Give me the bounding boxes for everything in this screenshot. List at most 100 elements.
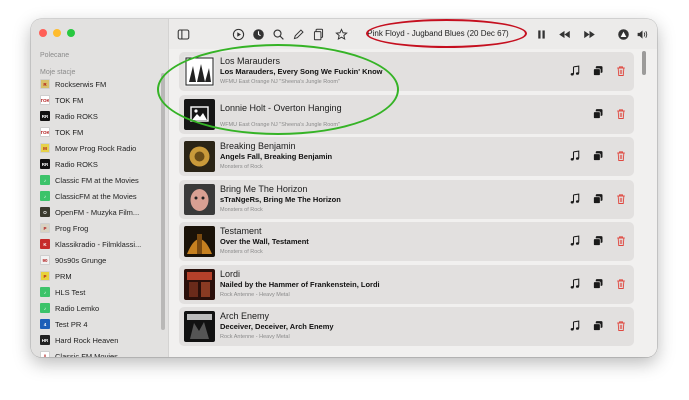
close-window-button[interactable]	[39, 29, 47, 37]
row-title: Arch Enemy	[220, 311, 270, 321]
90s-station-icon: 90	[40, 255, 50, 265]
documents-icon	[313, 28, 323, 40]
sidebar-station-item[interactable]: ♪ Classic FM at the Movies	[31, 172, 161, 188]
speaker-icon	[637, 29, 647, 39]
sidebar-station-label: Radio ROKS	[55, 159, 98, 169]
sidebar-station-item[interactable]: O OpenFM - Muzyka Film...	[31, 204, 161, 220]
pr4-station-icon: 4	[40, 319, 50, 329]
sidebar-station-label: PRM	[55, 271, 72, 281]
sidebar-station-item[interactable]: TOK TOK FM	[31, 92, 161, 108]
sidebar-station-label: Radio ROKS	[55, 111, 98, 121]
sidebar-station-item[interactable]: HR Hard Rock Heaven	[31, 332, 161, 348]
favorite-button[interactable]	[333, 26, 349, 42]
album-art-image	[184, 311, 215, 342]
copy-icon[interactable]	[591, 64, 605, 78]
album-art-image	[184, 183, 215, 215]
row-station-source: Rock Antenne - Heavy Metal	[220, 291, 290, 298]
morow-station-icon: M	[40, 143, 50, 153]
trash-icon[interactable]	[614, 192, 628, 206]
trash-icon[interactable]	[614, 107, 628, 121]
album-art-image	[184, 141, 215, 172]
next-button[interactable]	[581, 26, 597, 42]
forward-icon	[583, 30, 595, 38]
history-row[interactable]: Arch Enemy Deceiver, Deceiver, Arch Enemy…	[179, 307, 634, 346]
volume-button[interactable]	[634, 26, 650, 42]
album-art-image	[184, 226, 215, 257]
sidebar-station-label: Radio Lemko	[55, 303, 100, 313]
rs-station-icon: R	[40, 79, 50, 89]
copy-icon[interactable]	[591, 277, 605, 291]
history-button[interactable]	[250, 26, 266, 42]
copy-icon[interactable]	[591, 234, 605, 248]
note-station-icon: ♪	[40, 303, 50, 313]
copy-icon[interactable]	[591, 107, 605, 121]
music-note-icon[interactable]	[568, 277, 582, 291]
main-scrollbar[interactable]	[642, 51, 646, 75]
annotation-red-ellipse	[366, 19, 527, 48]
music-note-icon[interactable]	[568, 192, 582, 206]
row-song: sTraNgeRs, Bring Me The Horizon	[220, 194, 341, 204]
history-row[interactable]: Testament Over the Wall, Testament Monster…	[179, 222, 634, 261]
sidebar-station-label: Classic FM at the Movies	[55, 175, 139, 185]
section-my-stations: Moje stacje	[40, 69, 76, 76]
sidebar-station-item[interactable]: ♪ Radio Lemko	[31, 300, 161, 316]
sidebar-station-label: 90s90s Grunge	[55, 255, 107, 265]
sidebar-station-item[interactable]: P Prog Frog	[31, 220, 161, 236]
sidebar-station-label: TOK FM	[55, 127, 84, 137]
history-row[interactable]: Bring Me The Horizon sTraNgeRs, Bring Me …	[179, 179, 634, 219]
sidebar-station-item[interactable]: R Rockserwis FM	[31, 76, 161, 92]
copy-icon[interactable]	[591, 149, 605, 163]
tok-station-icon: TOK	[40, 127, 50, 137]
backward-icon	[558, 30, 570, 38]
trash-icon[interactable]	[614, 149, 628, 163]
row-song: Nailed by the Hammer of Frankenstein, Lo…	[220, 279, 380, 289]
sidebar-station-item[interactable]: 90 90s90s Grunge	[31, 252, 161, 268]
window-controls	[39, 29, 75, 37]
row-title: Testament	[220, 226, 262, 236]
trash-icon[interactable]	[614, 277, 628, 291]
previous-button[interactable]	[556, 26, 572, 42]
copy-icon[interactable]	[591, 192, 605, 206]
copy-button[interactable]	[310, 26, 326, 42]
airplay-icon	[617, 28, 629, 40]
pause-button[interactable]	[533, 26, 549, 42]
sidebar-station-item[interactable]: /\ Classic FM Movies	[31, 348, 161, 357]
music-note-icon[interactable]	[568, 234, 582, 248]
minimize-window-button[interactable]	[53, 29, 61, 37]
copy-icon[interactable]	[591, 319, 605, 333]
row-station-source: Monsters of Rock	[220, 164, 263, 170]
history-row[interactable]: Breaking Benjamin Angels Fall, Breaking B…	[179, 137, 634, 176]
row-station-source: Rock Antenne - Heavy Metal	[220, 334, 290, 340]
frog-station-icon: P	[40, 223, 50, 233]
sidebar-station-item[interactable]: K Klassikradio - Filmklassi...	[31, 236, 161, 252]
music-note-icon[interactable]	[568, 64, 582, 78]
sidebar-station-item[interactable]: ♪ HLS Test	[31, 284, 161, 300]
sidebar-station-item[interactable]: RR Radio ROKS	[31, 156, 161, 172]
sidebar-station-item[interactable]: M Morow Prog Rock Radio	[31, 140, 161, 156]
trash-icon[interactable]	[614, 64, 628, 78]
trash-icon[interactable]	[614, 234, 628, 248]
sidebar-station-item[interactable]: 4 Test PR 4	[31, 316, 161, 332]
openfm-station-icon: O	[40, 207, 50, 217]
airplay-button[interactable]	[615, 26, 631, 42]
note-station-icon: ♪	[40, 287, 50, 297]
music-note-icon[interactable]	[568, 149, 582, 163]
music-note-icon[interactable]	[568, 319, 582, 333]
row-song: Over the Wall, Testament	[220, 237, 309, 246]
edit-button[interactable]	[290, 26, 306, 42]
sidebar: Polecane Moje stacje R Rockserwis FM TOK TO…	[31, 19, 169, 357]
sidebar-scrollbar[interactable]	[161, 73, 165, 330]
search-button[interactable]	[270, 26, 286, 42]
trash-icon[interactable]	[614, 319, 628, 333]
zoom-window-button[interactable]	[67, 29, 75, 37]
pause-icon	[537, 29, 545, 39]
toggle-sidebar-button[interactable]	[175, 26, 191, 42]
section-recommended[interactable]: Polecane	[40, 52, 69, 59]
sidebar-station-item[interactable]: RR Radio ROKS	[31, 108, 161, 124]
play-button[interactable]	[230, 26, 246, 42]
sidebar-station-item[interactable]: P PRM	[31, 268, 161, 284]
sidebar-station-item[interactable]: TOK TOK FM	[31, 124, 161, 140]
history-row[interactable]: Lordi Nailed by the Hammer of Frankenstei…	[179, 264, 634, 304]
clock-icon	[252, 28, 264, 40]
sidebar-station-item[interactable]: ♪ ClassicFM at the Movies	[31, 188, 161, 204]
